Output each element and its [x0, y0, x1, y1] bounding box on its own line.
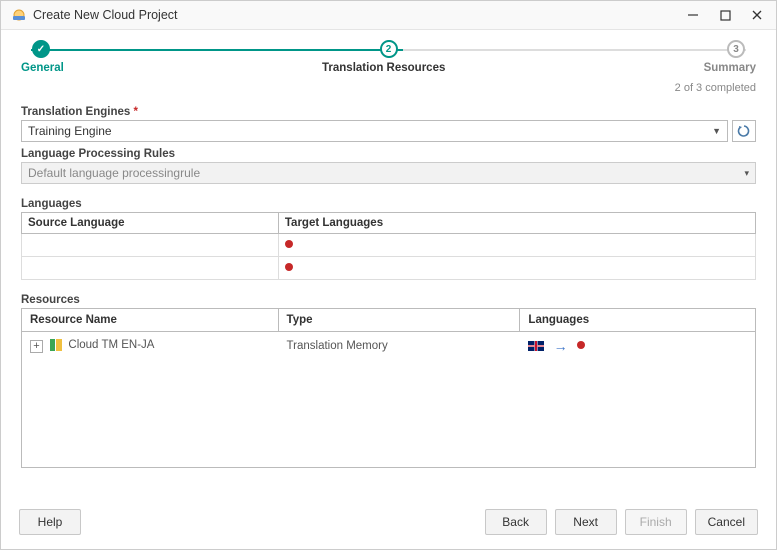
step-badge-2: 2: [380, 40, 398, 58]
step-general[interactable]: ✓: [21, 40, 61, 58]
table-row[interactable]: [22, 234, 756, 257]
col-target-languages: Target Languages: [278, 213, 755, 234]
step-label-general[interactable]: General: [21, 62, 64, 74]
translation-engines-label: Translation Engines: [21, 106, 756, 118]
step-badge-3: 3: [727, 40, 745, 58]
translation-engines-row: Training Engine ▼: [21, 120, 756, 142]
resource-type: Translation Memory: [279, 334, 521, 358]
window-title: Create New Cloud Project: [33, 8, 686, 22]
resources-section-label: Resources: [21, 294, 756, 306]
resources-table: Resource Name Type Languages + Cloud TM …: [21, 308, 756, 468]
col-resource-name: Resource Name: [22, 309, 279, 331]
flag-ja-icon: [577, 341, 585, 349]
source-lang-cell: [22, 257, 279, 280]
check-icon: ✓: [32, 40, 50, 58]
refresh-button[interactable]: [732, 120, 756, 142]
col-type: Type: [279, 309, 521, 331]
lp-rules-select: Default language processingrule ▾: [21, 162, 756, 184]
help-button[interactable]: Help: [19, 509, 81, 535]
step-label-translation-resources[interactable]: Translation Resources: [322, 62, 445, 74]
lang-dot-icon: [285, 263, 293, 271]
resource-name-cell: + Cloud TM EN-JA: [22, 333, 279, 358]
chevron-down-icon: ▼: [712, 126, 721, 136]
wizard-stepper: ✓ 2 3: [1, 30, 776, 58]
step-label-summary[interactable]: Summary: [704, 62, 756, 74]
translation-engines-value: Training Engine: [28, 124, 112, 138]
wizard-buttons: Help Back Next Finish Cancel: [1, 499, 776, 549]
languages-section-label: Languages: [21, 198, 756, 210]
target-lang-cell: [278, 257, 755, 280]
translation-engines-select[interactable]: Training Engine ▼: [21, 120, 728, 142]
lp-rules-value: Default language processingrule: [28, 166, 200, 180]
step-translation-resources[interactable]: 2: [61, 40, 716, 58]
window-controls: [686, 8, 764, 22]
resource-name: Cloud TM EN-JA: [68, 340, 154, 352]
languages-table: Source Language Target Languages: [21, 212, 756, 280]
finish-button: Finish: [625, 509, 687, 535]
minimize-icon[interactable]: [686, 8, 700, 22]
target-lang-cell: [278, 234, 755, 257]
col-languages: Languages: [520, 309, 755, 331]
source-lang-cell: [22, 234, 279, 257]
refresh-icon: [736, 123, 752, 139]
next-button[interactable]: Next: [555, 509, 617, 535]
cancel-button[interactable]: Cancel: [695, 509, 758, 535]
step-summary[interactable]: 3: [716, 40, 756, 58]
close-icon[interactable]: [750, 8, 764, 22]
stepper-status: 2 of 3 completed: [1, 82, 776, 100]
app-icon: [11, 7, 27, 23]
lang-dot-icon: [285, 240, 293, 248]
chevron-down-icon: ▾: [744, 168, 749, 179]
expand-button[interactable]: +: [30, 340, 43, 353]
titlebar: Create New Cloud Project: [1, 1, 776, 30]
step-labels: General Translation Resources Summary: [1, 58, 776, 82]
flag-uk-icon: [528, 341, 544, 351]
arrow-right-icon: →: [554, 338, 568, 354]
resource-languages: →: [520, 332, 755, 360]
table-row[interactable]: [22, 257, 756, 280]
table-row[interactable]: + Cloud TM EN-JA Translation Memory →: [22, 332, 755, 360]
tm-icon: [50, 339, 62, 351]
back-button[interactable]: Back: [485, 509, 547, 535]
lp-rules-label: Language Processing Rules: [21, 148, 756, 160]
wizard-content: Translation Engines Training Engine ▼ La…: [1, 100, 776, 499]
maximize-icon[interactable]: [718, 8, 732, 22]
col-source-language: Source Language: [22, 213, 279, 234]
resources-header: Resource Name Type Languages: [22, 309, 755, 332]
